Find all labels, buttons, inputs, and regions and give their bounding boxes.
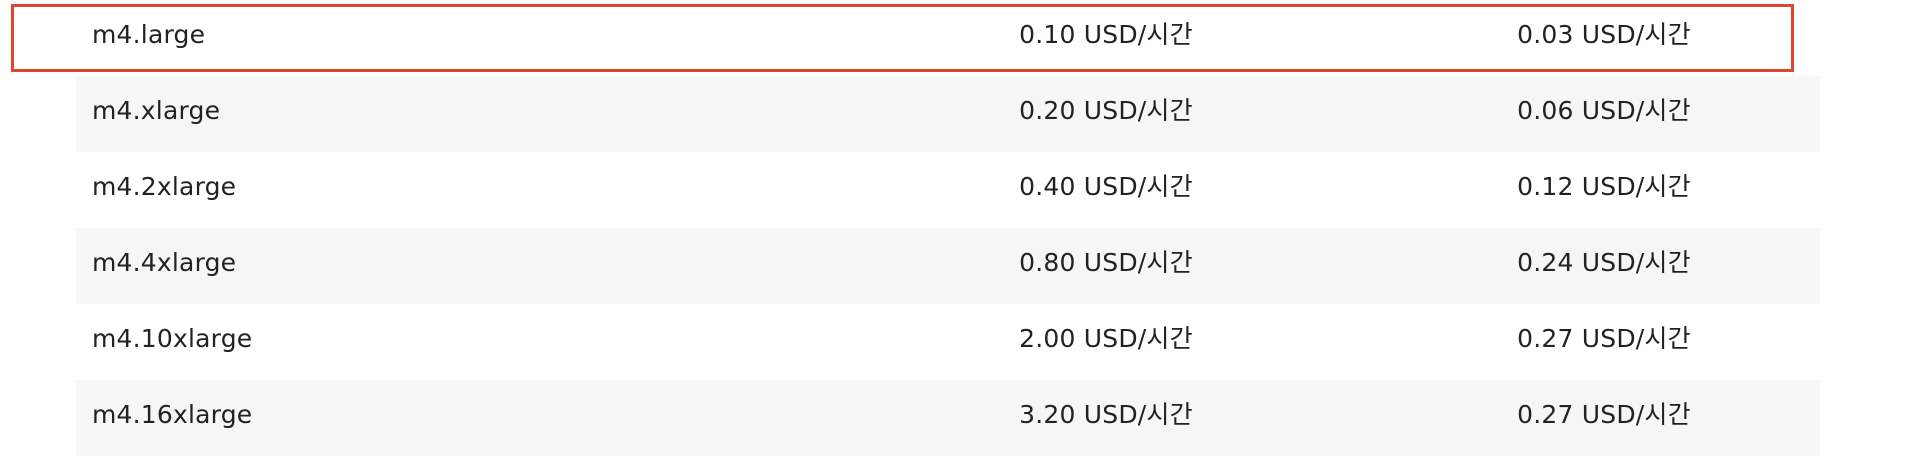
spot-price-cell: 0.27 USD/시간 <box>1517 324 1691 353</box>
table-row: m4.4xlarge 0.80 USD/시간 0.24 USD/시간 <box>76 228 1820 304</box>
spot-price-cell: 0.06 USD/시간 <box>1517 96 1691 125</box>
instance-type-cell: m4.4xlarge <box>92 248 237 277</box>
spot-price-cell: 0.27 USD/시간 <box>1517 400 1691 429</box>
instance-type-cell: m4.xlarge <box>92 96 221 125</box>
instance-type-cell: m4.10xlarge <box>92 324 253 353</box>
pricing-table: m4.large 0.10 USD/시간 0.03 USD/시간 m4.xlar… <box>76 0 1820 456</box>
on-demand-price-cell: 0.20 USD/시간 <box>1019 96 1193 125</box>
table-row: m4.16xlarge 3.20 USD/시간 0.27 USD/시간 <box>76 380 1820 456</box>
spot-price-cell: 0.24 USD/시간 <box>1517 248 1691 277</box>
spot-price-cell: 0.03 USD/시간 <box>1517 20 1691 49</box>
table-row: m4.2xlarge 0.40 USD/시간 0.12 USD/시간 <box>76 152 1820 228</box>
on-demand-price-cell: 0.10 USD/시간 <box>1019 20 1193 49</box>
instance-type-cell: m4.16xlarge <box>92 400 253 429</box>
on-demand-price-cell: 0.80 USD/시간 <box>1019 248 1193 277</box>
spot-price-cell: 0.12 USD/시간 <box>1517 172 1691 201</box>
on-demand-price-cell: 2.00 USD/시간 <box>1019 324 1193 353</box>
table-row: m4.xlarge 0.20 USD/시간 0.06 USD/시간 <box>76 76 1820 152</box>
table-row: m4.large 0.10 USD/시간 0.03 USD/시간 <box>76 0 1820 76</box>
instance-type-cell: m4.large <box>92 20 206 49</box>
on-demand-price-cell: 0.40 USD/시간 <box>1019 172 1193 201</box>
instance-type-cell: m4.2xlarge <box>92 172 237 201</box>
table-row: m4.10xlarge 2.00 USD/시간 0.27 USD/시간 <box>76 304 1820 380</box>
on-demand-price-cell: 3.20 USD/시간 <box>1019 400 1193 429</box>
